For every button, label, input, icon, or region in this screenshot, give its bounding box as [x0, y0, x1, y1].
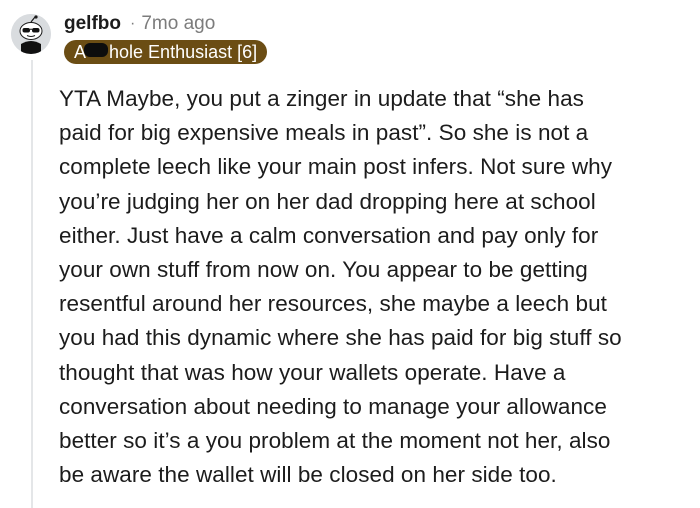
comment-line: YTA Maybe, you put a zinger in update th…: [59, 86, 584, 111]
redaction-bar-icon: [84, 43, 109, 57]
snoo-sunglasses-avatar-icon: [11, 14, 51, 54]
comment-line: paid for big expensive meals in past”. S…: [59, 120, 589, 146]
comment-line: your own stuff from now on. You appear t…: [59, 257, 588, 283]
comment-line: be aware the wallet will be closed on he…: [59, 462, 557, 488]
username[interactable]: gelfbo: [64, 13, 121, 35]
comment-line: resentful around her resources, she mayb…: [59, 291, 607, 317]
comment-line: conversation about needing to manage you…: [59, 393, 607, 419]
timestamp[interactable]: 7mo ago: [141, 13, 215, 35]
flair-suffix: hole Enthusiast [6]: [109, 42, 258, 62]
user-flair: A hole Enthusiast [6]: [64, 40, 268, 64]
comment-line: better so it’s a you problem at the mome…: [59, 428, 611, 454]
thread-line[interactable]: [31, 60, 33, 508]
comment-line: either. Just have a calm conversation an…: [59, 222, 599, 248]
comment-body: YTA Maybe, you put a zinger in update th…: [59, 82, 695, 492]
comment-line: you’re judging her on her dad dropping h…: [59, 188, 596, 214]
comment-line: complete leech like your main post infer…: [59, 154, 612, 180]
user-avatar[interactable]: [11, 14, 51, 54]
meta-separator: ·: [130, 15, 136, 32]
comment-header: gelfbo · 7mo ago: [64, 10, 215, 38]
comment-line: thought that was how your wallets operat…: [59, 359, 566, 385]
comment-line: you had this dynamic where she has paid …: [59, 325, 622, 351]
